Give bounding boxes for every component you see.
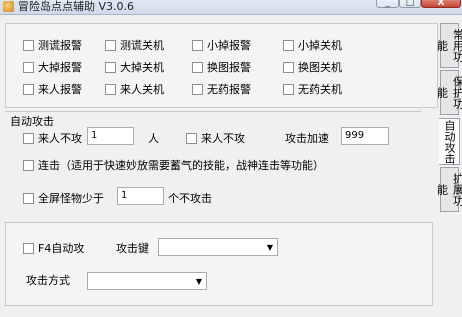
close-button[interactable]: X bbox=[421, 0, 461, 8]
alarm-checkbox[interactable]: 大掉关机 bbox=[105, 59, 164, 75]
maximize-button[interactable]: □ bbox=[399, 0, 421, 8]
window-title: 冒险岛点点辅助 V3.0.6 bbox=[18, 0, 135, 13]
no-attack-on-player-2-checkbox[interactable]: 来人不攻 bbox=[186, 130, 245, 146]
no-attack-count-input[interactable]: 1 bbox=[87, 127, 134, 145]
attack-key-label: 攻击键 bbox=[116, 242, 149, 255]
alarm-label: 测谎关机 bbox=[120, 39, 164, 52]
checkbox-box[interactable] bbox=[105, 61, 116, 73]
no-attack-label: 来人不攻 bbox=[38, 132, 82, 145]
alarm-label: 大掉关机 bbox=[120, 61, 164, 74]
alarm-label: 小掉关机 bbox=[298, 39, 342, 52]
alarm-checkbox[interactable]: 小掉报警 bbox=[192, 37, 251, 53]
alarm-label: 大掉报警 bbox=[38, 61, 82, 74]
alarm-label: 换图关机 bbox=[298, 61, 342, 74]
attack-key-dropdown[interactable]: ▼ bbox=[158, 238, 278, 256]
checkbox-box[interactable] bbox=[192, 39, 203, 51]
tab-protect[interactable]: 保护功能 bbox=[436, 70, 462, 115]
checkbox-box[interactable] bbox=[23, 39, 34, 51]
tab-auto-attack[interactable]: 自动攻击 bbox=[439, 118, 460, 165]
alarm-label: 来人报警 bbox=[38, 83, 82, 96]
minimize-button[interactable]: _ bbox=[376, 0, 399, 8]
alarm-label: 无药关机 bbox=[298, 83, 342, 96]
alarm-checkbox[interactable]: 无药报警 bbox=[192, 81, 251, 97]
app-icon bbox=[3, 1, 14, 12]
monster-count-checkbox[interactable]: 全屏怪物少于 bbox=[23, 190, 104, 206]
attack-mode-dropdown[interactable]: ▼ bbox=[87, 272, 207, 290]
monster-count-input[interactable]: 1 bbox=[117, 187, 164, 205]
alarm-checkbox[interactable]: 来人报警 bbox=[23, 81, 82, 97]
alarm-label: 换图报警 bbox=[207, 61, 251, 74]
maximize-icon: □ bbox=[405, 0, 415, 8]
alarm-checkbox[interactable]: 来人关机 bbox=[105, 81, 164, 97]
auto-attack-group-label: 自动攻击 bbox=[10, 113, 56, 129]
checkbox-box[interactable] bbox=[105, 39, 116, 51]
checkbox-box[interactable] bbox=[192, 83, 203, 95]
alarm-label: 来人关机 bbox=[120, 83, 164, 96]
checkbox-box[interactable] bbox=[283, 83, 294, 95]
checkbox-box[interactable] bbox=[186, 132, 197, 144]
alarm-label: 无药报警 bbox=[207, 83, 251, 96]
checkbox-box[interactable] bbox=[23, 159, 34, 171]
checkbox-box[interactable] bbox=[23, 61, 34, 73]
minimize-icon: _ bbox=[385, 0, 390, 8]
alarm-checkbox[interactable]: 测谎报警 bbox=[23, 37, 82, 53]
no-attack-on-player-checkbox[interactable]: 来人不攻 bbox=[23, 130, 82, 146]
chevron-down-icon: ▼ bbox=[195, 277, 202, 286]
no-attack-2-label: 来人不攻 bbox=[201, 132, 245, 145]
checkbox-box[interactable] bbox=[283, 61, 294, 73]
checkbox-box[interactable] bbox=[283, 39, 294, 51]
tab-extend[interactable]: 扩展功能 bbox=[436, 167, 462, 212]
attack-speed-input[interactable]: 999 bbox=[341, 127, 389, 145]
alarm-checkbox[interactable]: 测谎关机 bbox=[105, 37, 164, 53]
f4-panel bbox=[5, 222, 433, 306]
attack-speed-label: 攻击加速 bbox=[285, 132, 329, 145]
close-icon: X bbox=[437, 0, 445, 8]
combo-label: 连击（适用于快速妙放需要蓄气的技能，战神连击等功能） bbox=[38, 159, 324, 172]
chevron-down-icon: ▼ bbox=[266, 243, 273, 252]
combo-checkbox[interactable]: 连击（适用于快速妙放需要蓄气的技能，战神连击等功能） bbox=[23, 157, 324, 173]
tab-extend-label: 扩展功能 bbox=[435, 173, 462, 206]
checkbox-box[interactable] bbox=[23, 83, 34, 95]
alarm-checkbox[interactable]: 换图报警 bbox=[192, 59, 251, 75]
person-unit-label: 人 bbox=[148, 132, 159, 145]
f4-auto-attack-checkbox[interactable]: F4自动攻 bbox=[23, 240, 84, 256]
alarm-checkbox[interactable]: 小掉关机 bbox=[283, 37, 342, 53]
checkbox-box[interactable] bbox=[23, 132, 34, 144]
checkbox-box[interactable] bbox=[23, 242, 34, 254]
checkbox-box[interactable] bbox=[23, 192, 34, 204]
alarm-checkbox[interactable]: 无药关机 bbox=[283, 81, 342, 97]
tab-common[interactable]: 常用功能 bbox=[436, 23, 462, 68]
alarm-label: 测谎报警 bbox=[38, 39, 82, 52]
tab-auto-attack-label: 自动攻击 bbox=[443, 119, 456, 164]
attack-mode-label: 攻击方式 bbox=[26, 274, 70, 287]
alarm-checkbox[interactable]: 大掉报警 bbox=[23, 59, 82, 75]
f4-label: F4自动攻 bbox=[38, 242, 85, 255]
alarm-label: 小掉报警 bbox=[207, 39, 251, 52]
monster-count-label: 全屏怪物少于 bbox=[38, 192, 104, 205]
alarm-checkbox[interactable]: 换图关机 bbox=[283, 59, 342, 75]
title-bar: 冒险岛点点辅助 V3.0.6 _ □ X bbox=[0, 0, 462, 15]
checkbox-box[interactable] bbox=[192, 61, 203, 73]
monster-count-suffix: 个不攻击 bbox=[168, 192, 212, 205]
checkbox-box[interactable] bbox=[105, 83, 116, 95]
